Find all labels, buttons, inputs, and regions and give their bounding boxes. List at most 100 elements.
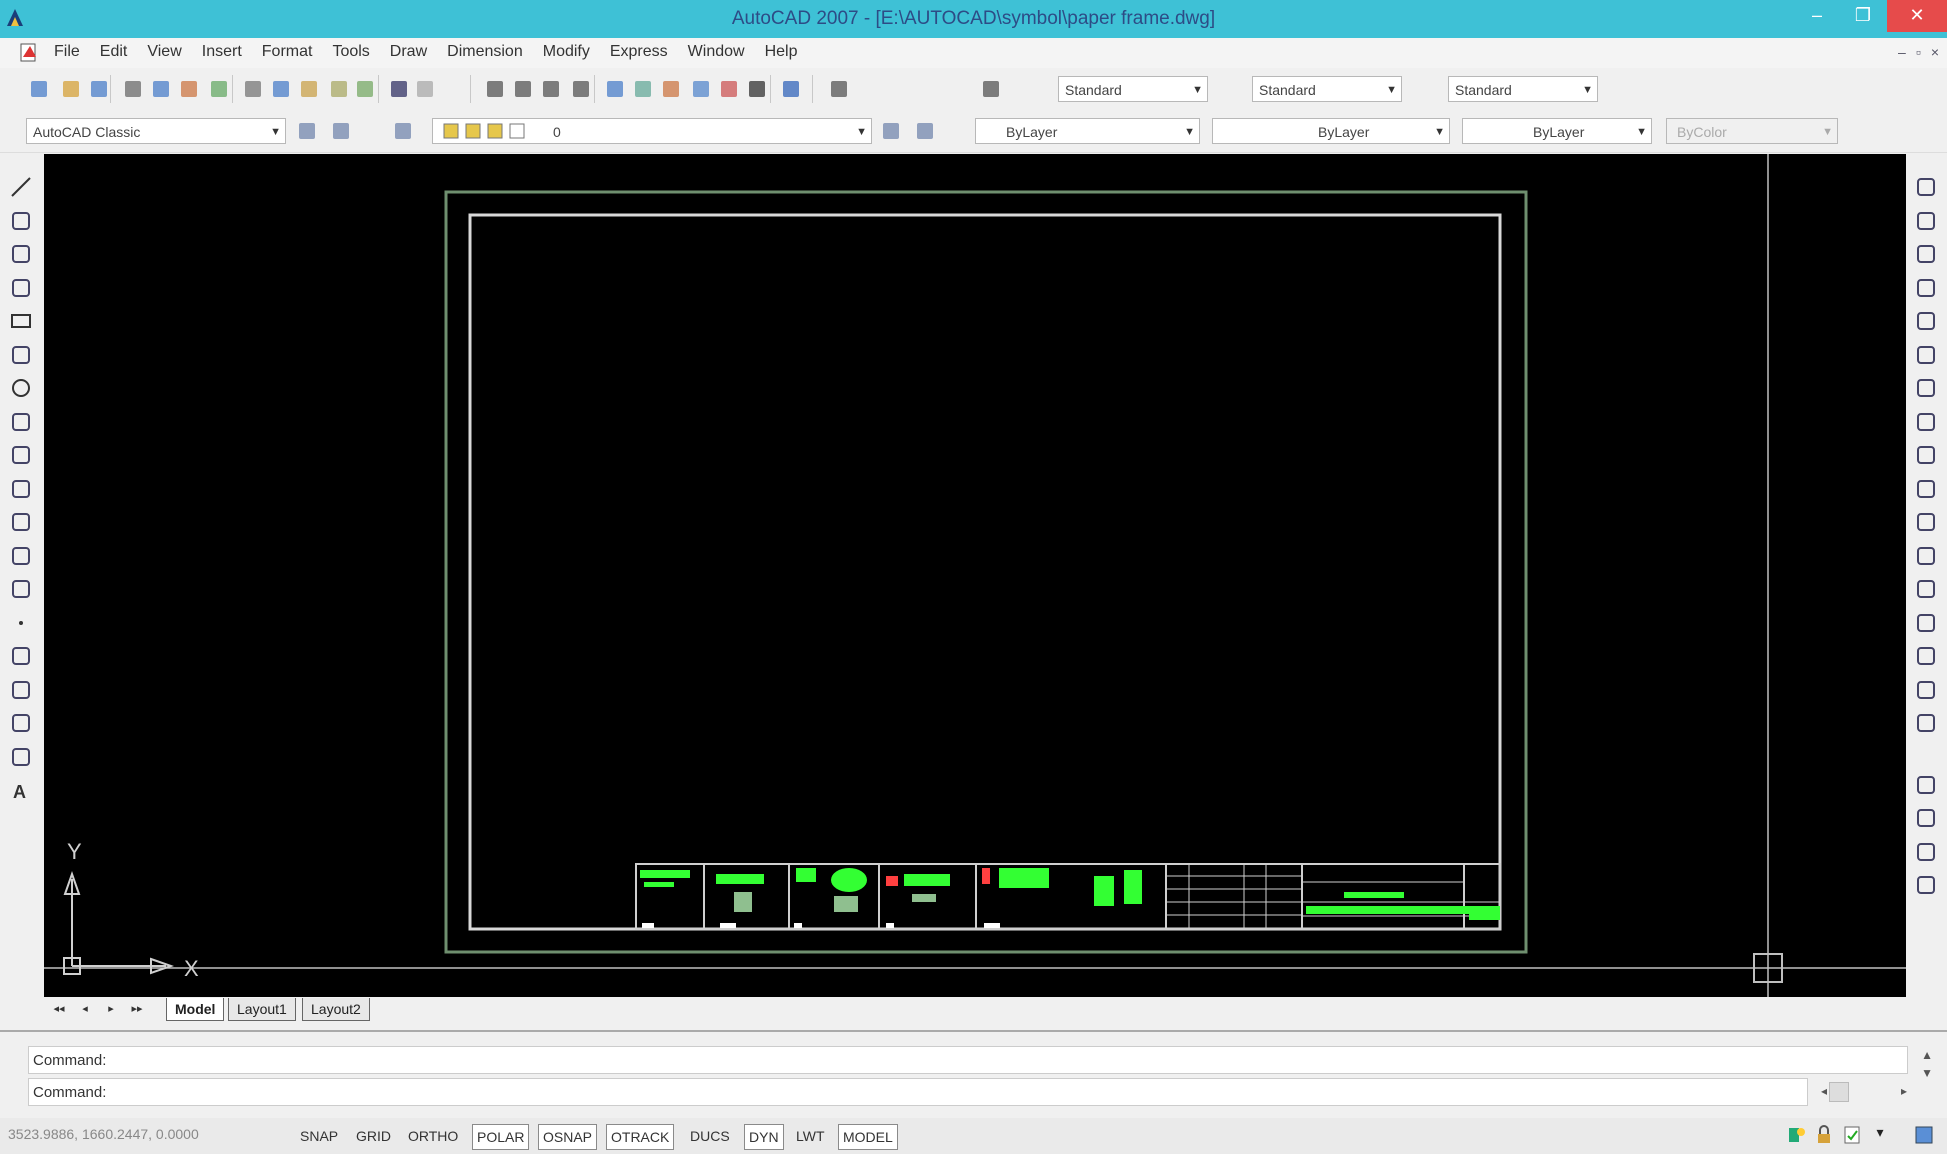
text-style-combo[interactable]: Standard ▼ xyxy=(1058,76,1208,102)
menu-modify[interactable]: Modify xyxy=(533,43,600,61)
minimize-button[interactable]: – xyxy=(1795,0,1839,32)
zoom-realtime-icon[interactable] xyxy=(512,78,534,100)
layer-icon[interactable] xyxy=(1913,839,1939,865)
undo-icon[interactable] xyxy=(388,78,410,100)
drawing-canvas[interactable]: Y X xyxy=(44,154,1906,997)
menu-view[interactable]: View xyxy=(137,43,191,61)
region-icon[interactable] xyxy=(8,710,34,736)
layer-freeze-icon[interactable] xyxy=(462,120,484,142)
maximize-button[interactable]: ❐ xyxy=(1841,0,1885,32)
scroll-up-icon[interactable]: ▲ xyxy=(1921,1048,1933,1062)
extend-icon[interactable] xyxy=(1913,509,1939,535)
chamfer-icon[interactable] xyxy=(1913,643,1939,669)
communication-center-icon[interactable] xyxy=(1785,1124,1807,1146)
tab-last-button[interactable]: ▸▸ xyxy=(128,1002,146,1018)
rotate-icon[interactable] xyxy=(1913,375,1939,401)
new-icon[interactable] xyxy=(28,78,50,100)
rectangle-icon[interactable] xyxy=(8,308,34,334)
trim-icon[interactable] xyxy=(1913,476,1939,502)
line-icon[interactable] xyxy=(8,174,34,200)
mirror-icon[interactable] xyxy=(1913,241,1939,267)
text-style-icon[interactable] xyxy=(828,78,850,100)
copy-icon[interactable] xyxy=(1913,208,1939,234)
arc-icon[interactable] xyxy=(8,342,34,368)
scale-icon[interactable] xyxy=(1913,409,1939,435)
coordinate-readout[interactable]: 3523.9886, 1660.2447, 0.0000 xyxy=(8,1126,199,1142)
save-icon[interactable] xyxy=(88,78,110,100)
scroll-right-icon[interactable]: ▸ xyxy=(1901,1084,1907,1098)
design-center-icon[interactable] xyxy=(632,78,654,100)
table-style-combo[interactable]: Standard ▼ xyxy=(1448,76,1598,102)
trusted-icon[interactable] xyxy=(1841,1124,1863,1146)
open-icon[interactable] xyxy=(60,78,82,100)
doc-close-button[interactable]: × xyxy=(1931,44,1939,60)
status-toggle-ducs[interactable]: DUCS xyxy=(686,1124,734,1148)
layer-manager-icon[interactable] xyxy=(392,120,414,142)
spline-icon[interactable] xyxy=(8,442,34,468)
erase-icon[interactable] xyxy=(1913,174,1939,200)
properties-icon[interactable] xyxy=(604,78,626,100)
menu-insert[interactable]: Insert xyxy=(192,43,252,61)
stretch-icon[interactable] xyxy=(1913,442,1939,468)
plotstyle-control-combo[interactable]: ByColor ▼ xyxy=(1666,118,1838,144)
command-input[interactable]: Command: xyxy=(28,1078,1808,1106)
fillet-icon[interactable] xyxy=(1913,677,1939,703)
offset-icon[interactable] xyxy=(1913,275,1939,301)
status-toggle-osnap[interactable]: OSNAP xyxy=(538,1124,598,1150)
status-toggle-dyn[interactable]: DYN xyxy=(744,1124,784,1150)
copy-clip-icon[interactable] xyxy=(270,78,292,100)
make-object-layer-current-icon[interactable] xyxy=(330,120,352,142)
layer-state-icon[interactable] xyxy=(914,120,936,142)
workspace-combo[interactable]: AutoCAD Classic ▼ xyxy=(26,118,286,144)
make-block-icon[interactable] xyxy=(8,576,34,602)
polyline-icon[interactable] xyxy=(8,241,34,267)
layer-color-icon[interactable] xyxy=(506,120,528,142)
publish-icon[interactable] xyxy=(178,78,200,100)
status-toggle-otrack[interactable]: OTRACK xyxy=(606,1124,675,1150)
menu-draw[interactable]: Draw xyxy=(380,43,437,61)
status-menu-icon[interactable]: ▾ xyxy=(1869,1124,1891,1146)
block-editor-icon[interactable] xyxy=(1913,872,1939,898)
plot-preview-icon[interactable] xyxy=(150,78,172,100)
cut-icon[interactable] xyxy=(242,78,264,100)
polygon-icon[interactable] xyxy=(8,275,34,301)
scroll-left-icon[interactable]: ◂ xyxy=(1821,1084,1827,1098)
properties-icon[interactable] xyxy=(1913,805,1939,831)
3d-dwf-icon[interactable] xyxy=(208,78,230,100)
match-properties-icon[interactable] xyxy=(328,78,350,100)
join-icon[interactable] xyxy=(1913,610,1939,636)
tab-prev-button[interactable]: ◂ xyxy=(76,1002,94,1018)
lineweight-control-combo[interactable]: ByLayer ▼ xyxy=(1462,118,1652,144)
paste-icon[interactable] xyxy=(298,78,320,100)
status-toggle-ortho[interactable]: ORTHO xyxy=(404,1124,462,1148)
redo-icon[interactable] xyxy=(414,78,436,100)
layer-lock-icon[interactable] xyxy=(484,120,506,142)
break-at-point-icon[interactable] xyxy=(1913,543,1939,569)
zoom-window-icon[interactable] xyxy=(540,78,562,100)
zoom-previous-icon[interactable] xyxy=(570,78,592,100)
dimension-style-combo[interactable]: Standard ▼ xyxy=(1252,76,1402,102)
revision-cloud-icon[interactable] xyxy=(8,409,34,435)
sheet-set-icon[interactable] xyxy=(690,78,712,100)
menu-help[interactable]: Help xyxy=(755,43,808,61)
draworder-icon[interactable] xyxy=(1913,772,1939,798)
move-icon[interactable] xyxy=(1913,342,1939,368)
block-editor-icon[interactable] xyxy=(354,78,376,100)
layer-on-icon[interactable] xyxy=(440,120,462,142)
ellipse-arc-icon[interactable] xyxy=(8,509,34,535)
status-toggle-grid[interactable]: GRID xyxy=(352,1124,395,1148)
tool-palettes-icon[interactable] xyxy=(660,78,682,100)
scroll-down-icon[interactable]: ▼ xyxy=(1921,1066,1933,1080)
menu-express[interactable]: Express xyxy=(600,43,678,61)
layer-previous-icon[interactable] xyxy=(880,120,902,142)
tab-layout2[interactable]: Layout2 xyxy=(302,998,370,1021)
tab-next-button[interactable]: ▸ xyxy=(102,1002,120,1018)
close-button[interactable]: ✕ xyxy=(1887,0,1947,32)
document-icon[interactable] xyxy=(18,42,40,64)
construction-line-icon[interactable] xyxy=(8,208,34,234)
linetype-control-combo[interactable]: ByLayer ▼ xyxy=(1212,118,1450,144)
help-icon[interactable] xyxy=(780,78,802,100)
dim-style-icon[interactable] xyxy=(980,78,1002,100)
status-toggle-polar[interactable]: POLAR xyxy=(472,1124,530,1150)
scroll-thumb[interactable] xyxy=(1829,1082,1849,1102)
